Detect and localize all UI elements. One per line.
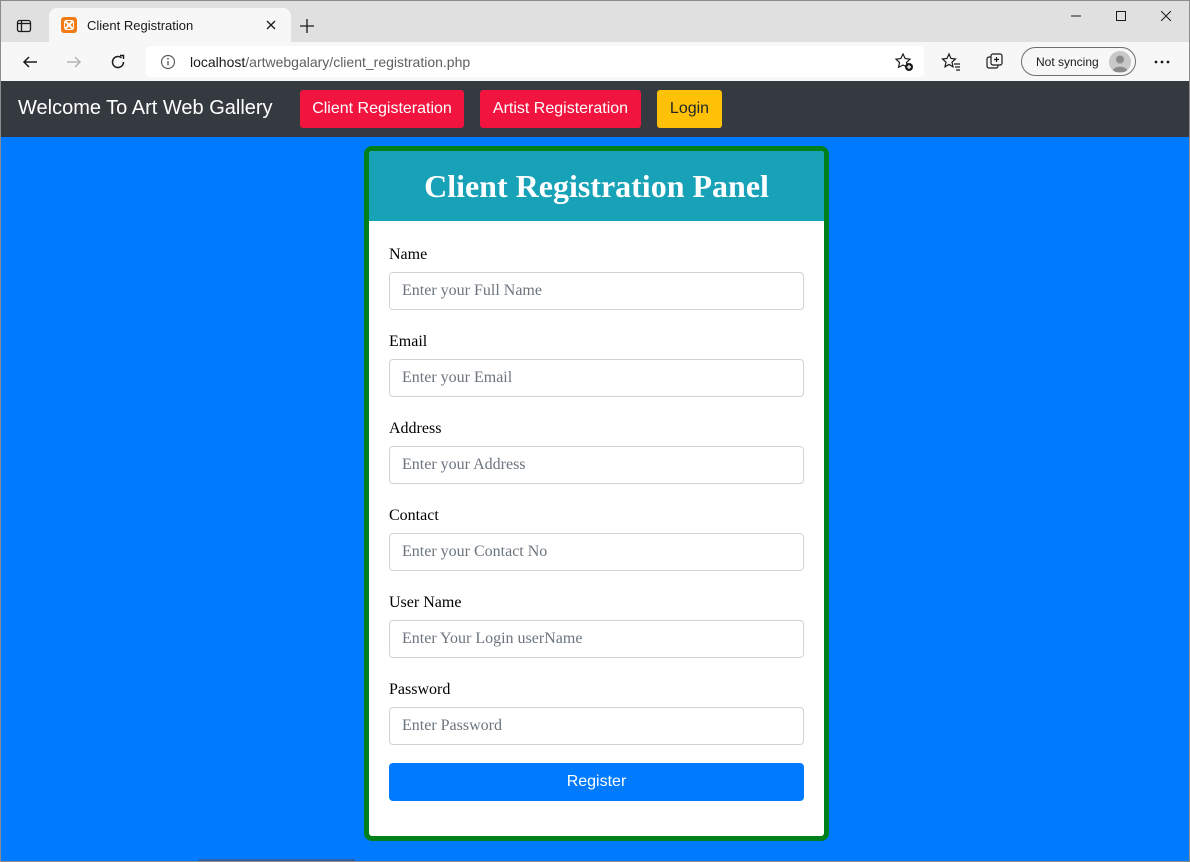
address-label: Address [389,420,442,437]
password-group: Password [389,681,804,745]
name-label: Name [389,246,428,263]
page-content: Welcome To Art Web Gallery Client Regist… [1,81,1189,861]
address-url: localhost/artwebgalary/client_registrati… [190,54,470,70]
plus-icon[interactable] [295,14,319,38]
close-icon[interactable] [261,15,281,35]
tab-strip: Client Registration [1,1,1189,42]
tab-title: Client Registration [87,17,194,33]
collections-icon[interactable] [981,48,1009,76]
email-group: Email [389,333,804,397]
tab-client-registration[interactable]: Client Registration [49,8,291,42]
address-input[interactable] [389,446,804,484]
email-input[interactable] [389,359,804,397]
username-group: User Name [389,594,804,658]
site-navbar: Welcome To Art Web Gallery Client Regist… [1,81,1189,137]
address-bar[interactable]: localhost/artwebgalary/client_registrati… [146,46,924,77]
back-arrow-icon[interactable] [16,48,44,76]
login-button[interactable]: Login [657,90,722,128]
forward-arrow-icon [60,48,88,76]
email-label: Email [389,333,428,350]
tab-actions-icon[interactable] [11,13,37,39]
more-icon[interactable] [1148,48,1176,76]
artist-registration-button[interactable]: Artist Registeration [480,90,641,128]
browser-window: Client Registration localhost/artwebgala… [0,0,1190,862]
register-button[interactable]: Register [389,763,804,801]
close-icon[interactable] [1143,5,1189,27]
maximize-icon[interactable] [1098,5,1144,27]
contact-input[interactable] [389,533,804,571]
minimize-icon[interactable] [1053,5,1099,27]
profile-button[interactable]: Not syncing [1021,47,1136,76]
client-registration-button[interactable]: Client Registeration [300,90,464,128]
contact-group: Contact [389,507,804,571]
url-host: localhost [190,54,246,70]
info-icon[interactable] [160,54,176,75]
url-path: /artwebgalary/client_registration.php [245,54,471,70]
avatar [1109,51,1131,73]
password-label: Password [389,681,451,698]
add-favorite-icon[interactable] [894,52,914,77]
username-label: User Name [389,594,462,611]
refresh-icon[interactable] [104,48,132,76]
favorites-icon[interactable] [937,48,965,76]
contact-label: Contact [389,507,439,524]
address-group: Address [389,420,804,484]
name-group: Name [389,246,804,310]
taskbar-edge [199,859,355,861]
xampp-favicon-icon [61,17,77,33]
panel-title: Client Registration Panel [424,167,769,204]
username-input[interactable] [389,620,804,658]
profile-label: Not syncing [1036,54,1099,69]
password-input[interactable] [389,707,804,745]
name-input[interactable] [389,272,804,310]
panel-header: Client Registration Panel [369,151,824,221]
site-brand[interactable]: Welcome To Art Web Gallery [18,97,273,120]
registration-panel: Client Registration Panel Name Email Add… [364,146,829,841]
browser-toolbar: localhost/artwebgalary/client_registrati… [1,42,1189,81]
